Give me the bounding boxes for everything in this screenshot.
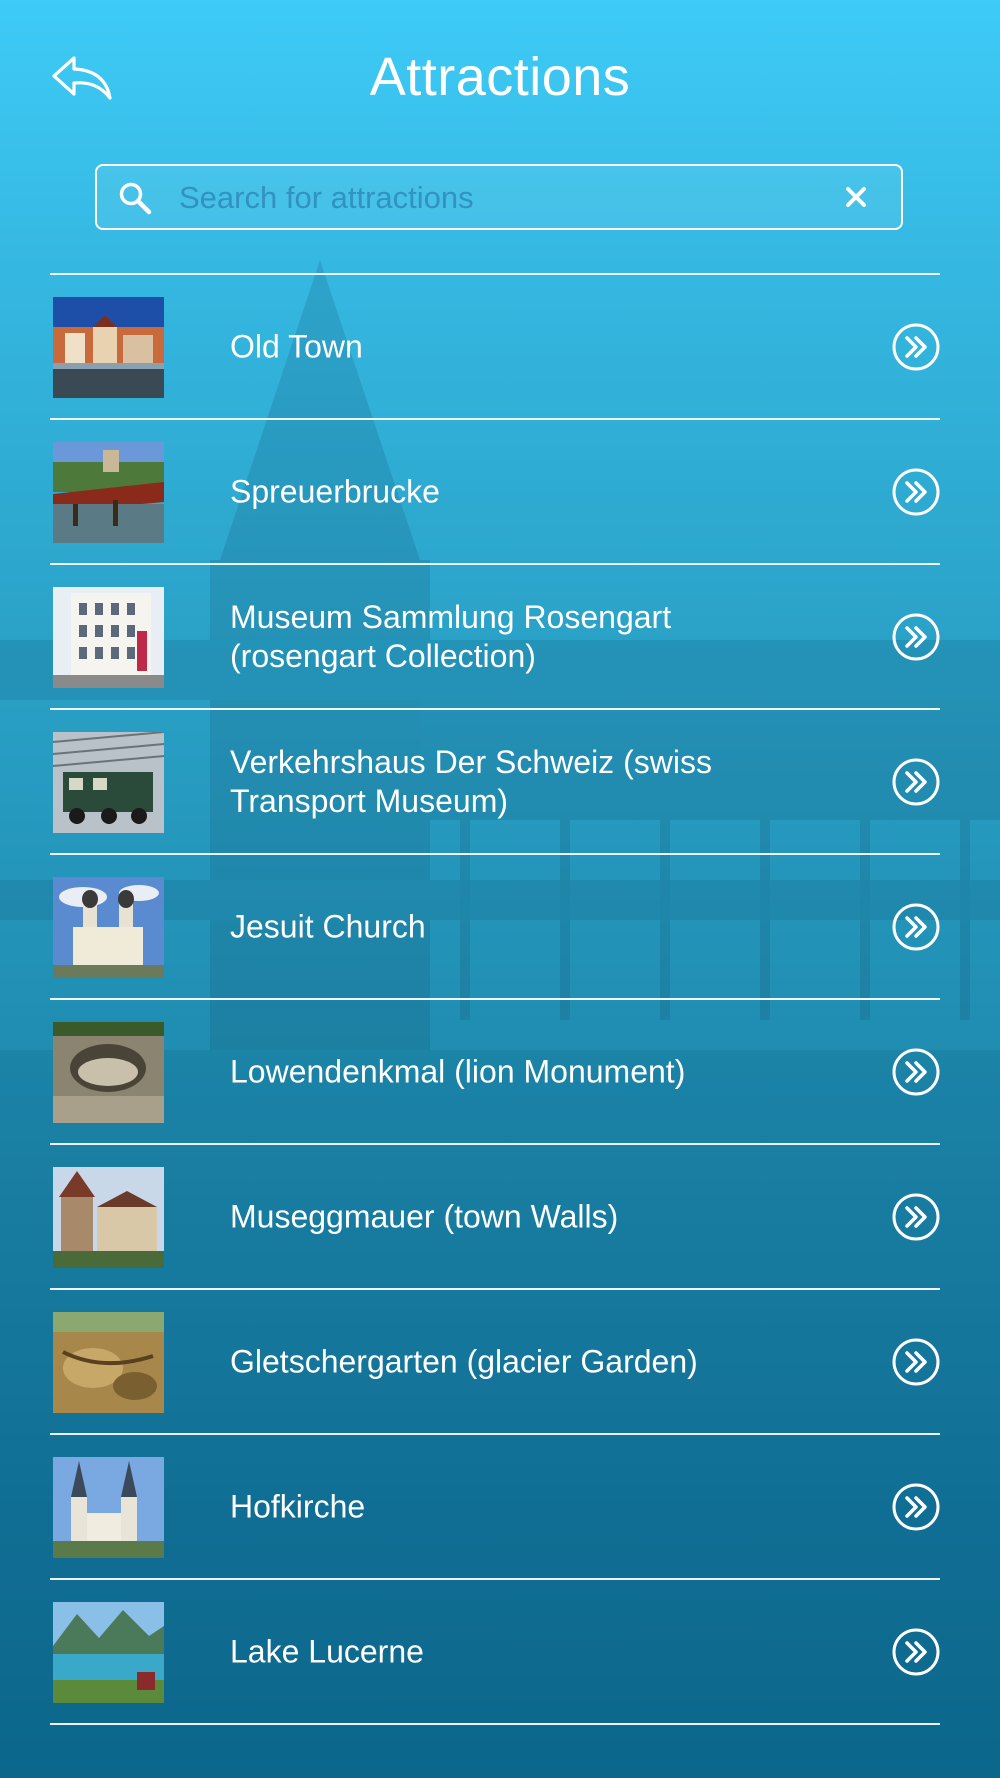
double-chevron-right-circle-icon[interactable] [892,613,940,661]
search-icon [117,180,153,216]
search-bar[interactable] [95,164,903,230]
attraction-label: Gletschergarten (glacier Garden) [230,1343,698,1379]
attraction-label: Lake Lucerne [230,1633,424,1669]
attraction-row-gletschergarten[interactable]: Gletschergarten (glacier Garden) [50,1288,940,1433]
hofkirche-thumbnail [53,1457,164,1558]
double-chevron-right-circle-icon[interactable] [892,468,940,516]
double-chevron-right-circle-icon[interactable] [892,1048,940,1096]
attraction-label: Lowendenkmal (lion Monument) [230,1053,686,1089]
attraction-label: Museum Sammlung Rosengart (rosengart Col… [230,598,672,674]
double-chevron-right-circle-icon[interactable] [892,1483,940,1531]
attraction-label: Spreuerbrucke [230,473,440,509]
spreuerbrucke-thumbnail [53,442,164,543]
attraction-label: Museggmauer (town Walls) [230,1198,619,1234]
attraction-label: Verkehrshaus Der Schweiz (swiss Transpor… [230,743,712,819]
verkehrshaus-thumbnail [53,732,164,833]
attraction-label: Old Town [230,328,363,364]
clear-icon[interactable] [841,182,871,212]
attraction-row-jesuit-church[interactable]: Jesuit Church [50,853,940,998]
double-chevron-right-circle-icon[interactable] [892,1628,940,1676]
gletschergarten-thumbnail [53,1312,164,1413]
attraction-row-lake-lucerne[interactable]: Lake Lucerne [50,1578,940,1725]
attraction-row-spreuerbrucke[interactable]: Spreuerbrucke [50,418,940,563]
page-title: Attractions [369,47,631,107]
double-chevron-right-circle-icon[interactable] [892,1338,940,1386]
attraction-label: Hofkirche [230,1488,366,1524]
attraction-row-old-town[interactable]: Old Town [50,273,940,418]
double-chevron-right-circle-icon[interactable] [892,1193,940,1241]
attraction-row-verkehrshaus[interactable]: Verkehrshaus Der Schweiz (swiss Transpor… [50,708,940,853]
attraction-row-museggmauer[interactable]: Museggmauer (town Walls) [50,1143,940,1288]
app-header: Attractions [0,0,1000,160]
double-chevron-right-circle-icon[interactable] [892,758,940,806]
lowendenkmal-thumbnail [53,1022,164,1123]
attraction-row-lowendenkmal[interactable]: Lowendenkmal (lion Monument) [50,998,940,1143]
jesuit-church-thumbnail [53,877,164,978]
search-input[interactable] [177,174,821,222]
museum-rosengart-thumbnail [53,587,164,688]
attraction-row-museum-sammlung-rosengart[interactable]: Museum Sammlung Rosengart (rosengart Col… [50,563,940,708]
attraction-label: Jesuit Church [230,908,426,944]
museggmauer-thumbnail [53,1167,164,1268]
old-town-thumbnail [53,297,164,398]
attraction-row-hofkirche[interactable]: Hofkirche [50,1433,940,1578]
double-chevron-right-circle-icon[interactable] [892,323,940,371]
double-chevron-right-circle-icon[interactable] [892,903,940,951]
attractions-list: Old Town Spreuerbrucke Museum Sammlung R… [50,273,940,1725]
lake-lucerne-thumbnail [53,1602,164,1703]
